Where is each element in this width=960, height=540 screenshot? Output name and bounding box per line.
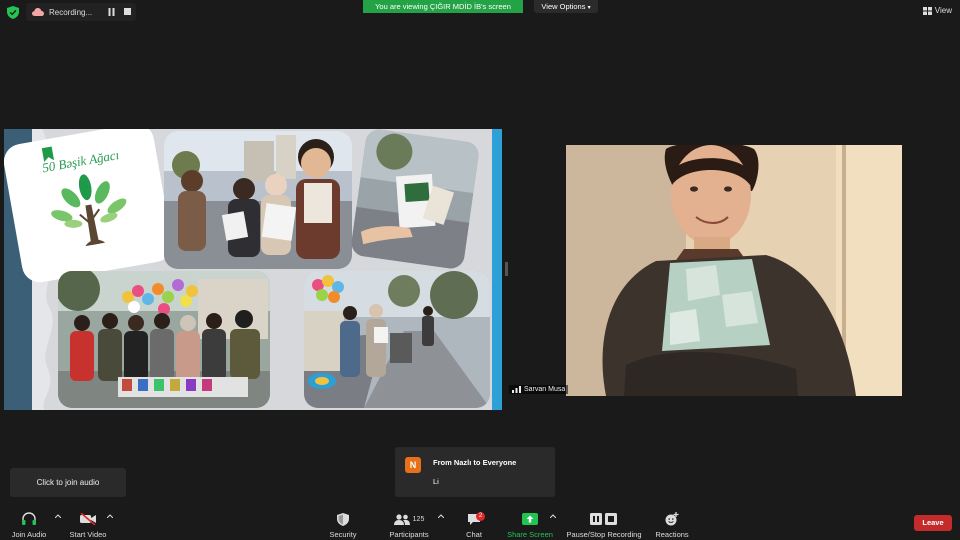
join-audio-button[interactable]: Join Audio: [6, 505, 52, 540]
participants-label: Participants: [389, 530, 429, 539]
encryption-shield-icon[interactable]: [7, 6, 19, 19]
share-options-caret-icon[interactable]: [550, 514, 556, 518]
start-video-button[interactable]: Start Video: [64, 505, 112, 540]
shield-icon: [337, 512, 349, 526]
stop-recording-icon[interactable]: [124, 8, 131, 15]
video-off-icon: [80, 513, 96, 525]
pause-recording-icon[interactable]: [108, 8, 115, 16]
share-screen-label: Share Screen: [507, 530, 553, 539]
slide-right-band: [492, 129, 502, 410]
photo-street-stand: [304, 271, 490, 408]
shared-screen: 50 Bəşik Ağacı: [4, 129, 502, 410]
view-options-label: View Options: [541, 2, 586, 11]
photo-hand-brochure: [349, 129, 481, 271]
join-audio-tooltip[interactable]: Click to join audio: [10, 468, 126, 497]
security-label: Security: [329, 530, 357, 539]
pause-stop-icon: [590, 513, 617, 525]
chat-message: Li: [433, 477, 439, 486]
cloud-icon: [32, 8, 44, 16]
share-screen-button[interactable]: Share Screen: [504, 505, 556, 540]
tree-icon: [51, 174, 127, 247]
chat-sender: From Nazlı to Everyone: [433, 458, 517, 467]
participants-caret-icon[interactable]: [438, 514, 444, 518]
security-button[interactable]: Security: [322, 505, 364, 540]
chat-notification[interactable]: N From Nazlı to Everyone Li: [395, 447, 555, 497]
viewing-screen-banner: You are viewing ÇIĞIR MDİD İB's screen: [363, 0, 523, 13]
start-video-label: Start Video: [69, 530, 107, 539]
participant-name-label: Sarvan Musa: [509, 385, 569, 394]
participant-name: Sarvan Musa: [524, 386, 566, 393]
logo-title: 50 Bəşik Ağacı: [41, 147, 120, 175]
share-arrow-icon: [522, 513, 538, 525]
leave-button[interactable]: Leave: [914, 515, 952, 531]
photo-balloon-stand: [58, 271, 270, 408]
video-options-caret-icon[interactable]: [107, 514, 113, 518]
reactions-label: Reactions: [655, 530, 689, 539]
split-resize-handle[interactable]: [505, 262, 508, 276]
recording-label: Recording...: [49, 7, 93, 17]
participants-button[interactable]: 125 Participants: [384, 505, 434, 540]
recording-indicator[interactable]: Recording...: [26, 3, 136, 21]
photo-group-brochures: [164, 131, 352, 269]
participants-count: 125: [412, 515, 425, 523]
avatar: N: [405, 457, 421, 473]
join-audio-label: Join Audio: [11, 530, 47, 539]
chat-button[interactable]: 2 Chat: [462, 505, 486, 540]
participant-video[interactable]: [566, 145, 902, 396]
pause-stop-recording-button[interactable]: Pause/Stop Recording: [562, 505, 646, 540]
headphones-icon: [22, 512, 36, 525]
audio-options-caret-icon[interactable]: [55, 514, 61, 518]
chevron-down-icon: ▾: [587, 5, 591, 11]
signal-bars-icon: [512, 386, 521, 393]
logo-card: 50 Bəşik Ağacı: [4, 129, 176, 286]
grid-icon: [922, 6, 932, 15]
smiley-plus-icon: [665, 512, 679, 526]
meeting-toolbar: Join Audio Start Video Security 125 Part…: [0, 505, 960, 540]
view-label: View: [934, 6, 952, 15]
view-options-button[interactable]: View Options ▾: [534, 0, 598, 13]
chat-unread-badge: 2: [476, 512, 485, 521]
people-icon: [393, 513, 410, 525]
reactions-button[interactable]: Reactions: [652, 505, 692, 540]
chat-label: Chat: [466, 530, 482, 539]
view-button[interactable]: View: [922, 6, 952, 15]
pause-stop-recording-label: Pause/Stop Recording: [566, 530, 642, 539]
